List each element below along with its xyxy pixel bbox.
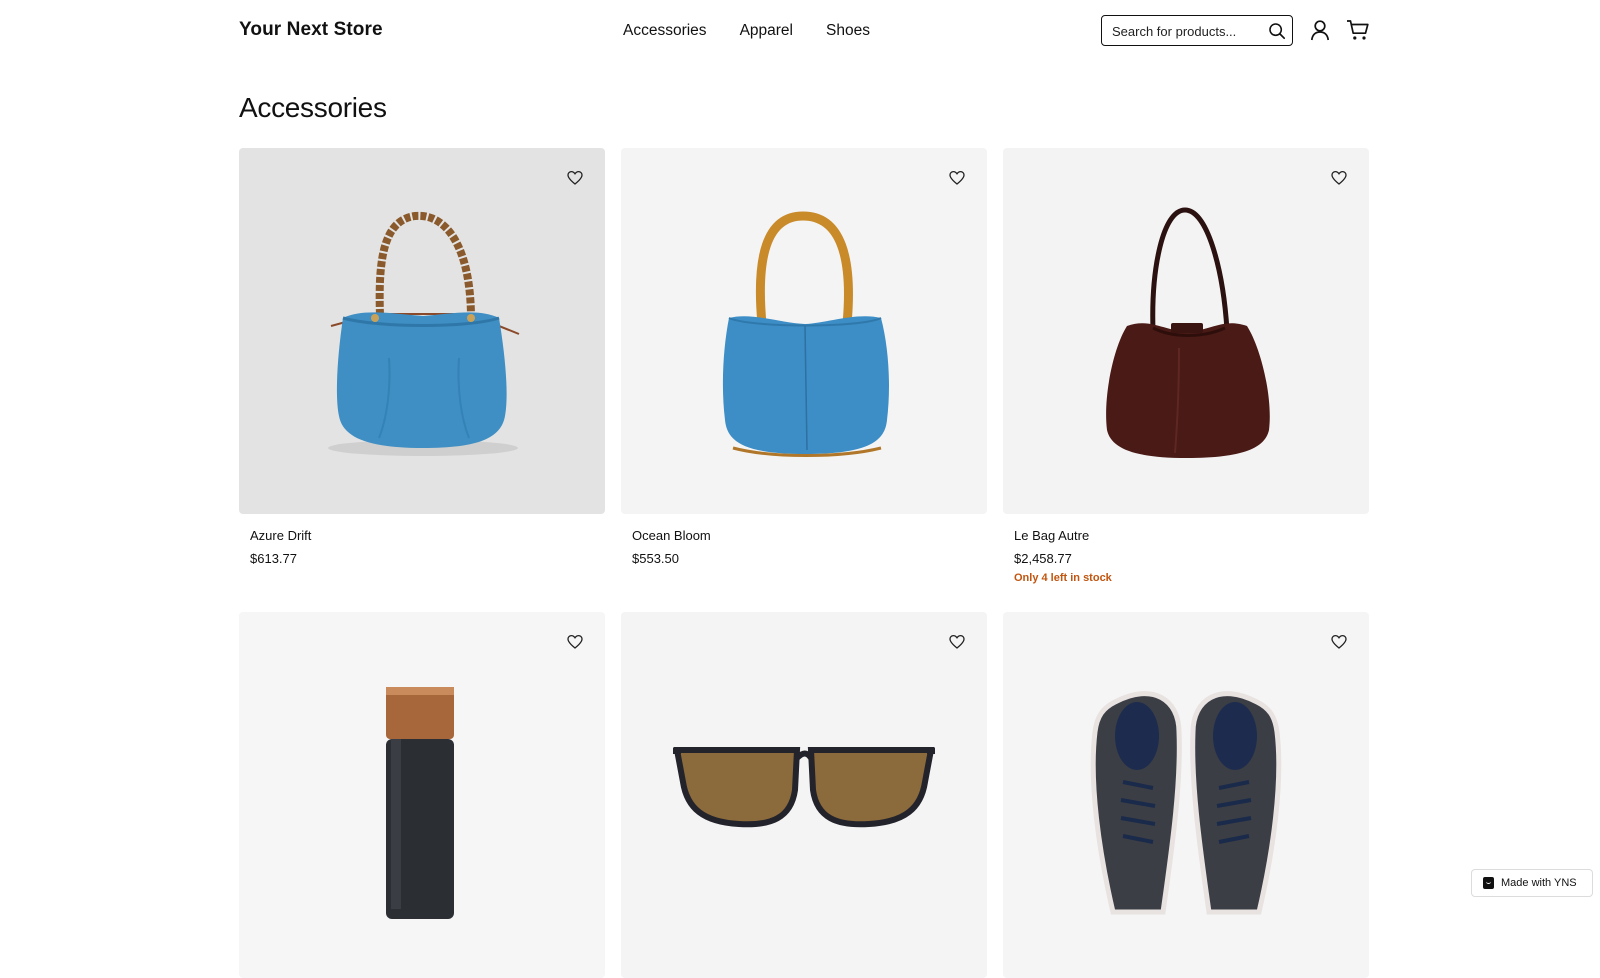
store-logo[interactable]: Your Next Store: [239, 19, 383, 41]
made-with-yns-badge[interactable]: Made with YNS: [1471, 869, 1593, 897]
heart-icon[interactable]: [567, 634, 583, 650]
product-image-sneakers[interactable]: [1003, 612, 1369, 978]
yns-logo-icon: [1483, 877, 1494, 889]
nav-item-shoes[interactable]: Shoes: [826, 22, 870, 40]
page-title: Accessories: [239, 92, 387, 123]
product-card[interactable]: [239, 612, 605, 978]
site-header: Your Next Store Accessories Apparel Shoe…: [0, 0, 1600, 64]
product-price: $613.77: [250, 551, 297, 566]
search-input[interactable]: [1110, 16, 1264, 47]
product-image-sunglasses[interactable]: [621, 612, 987, 978]
product-card[interactable]: Ocean Bloom $553.50: [621, 148, 987, 566]
product-image-water-bottle[interactable]: [239, 612, 605, 978]
stock-warning: Only 4 left in stock: [1014, 572, 1112, 584]
product-name[interactable]: Le Bag Autre: [1014, 528, 1089, 543]
nav-item-accessories[interactable]: Accessories: [623, 22, 707, 40]
user-icon[interactable]: [1309, 19, 1331, 41]
product-image-blue-bucket-bag[interactable]: [621, 148, 987, 514]
sneakers-image: [1090, 691, 1282, 915]
product-image-blue-tote-bag[interactable]: [239, 148, 605, 514]
product-card[interactable]: [1003, 612, 1369, 978]
search-box: [1101, 15, 1293, 47]
made-with-yns-label: Made with YNS: [1501, 877, 1577, 889]
product-price: $2,458.77: [1014, 551, 1072, 566]
blue-bucket-bag-image: [722, 211, 889, 457]
heart-icon[interactable]: [949, 634, 965, 650]
product-image-brown-shoulder-bag[interactable]: [1003, 148, 1369, 514]
product-card[interactable]: [621, 612, 987, 978]
product-price: $553.50: [632, 551, 679, 566]
product-card[interactable]: Le Bag Autre $2,458.77 Only 4 left in st…: [1003, 148, 1369, 584]
product-name[interactable]: Azure Drift: [250, 528, 311, 543]
water-bottle-image: [386, 687, 454, 919]
heart-icon[interactable]: [1331, 634, 1347, 650]
product-card[interactable]: Azure Drift $613.77: [239, 148, 605, 566]
heart-icon[interactable]: [567, 170, 583, 186]
sunglasses-image: [673, 747, 935, 828]
search-icon[interactable]: [1268, 22, 1286, 40]
heart-icon[interactable]: [949, 170, 965, 186]
brown-shoulder-bag-image: [1106, 207, 1270, 458]
heart-icon[interactable]: [1331, 170, 1347, 186]
main-nav: Accessories Apparel Shoes: [623, 22, 903, 40]
blue-tote-bag-image: [328, 211, 520, 456]
cart-icon[interactable]: [1346, 19, 1370, 41]
nav-item-apparel[interactable]: Apparel: [740, 22, 793, 40]
product-name[interactable]: Ocean Bloom: [632, 528, 711, 543]
